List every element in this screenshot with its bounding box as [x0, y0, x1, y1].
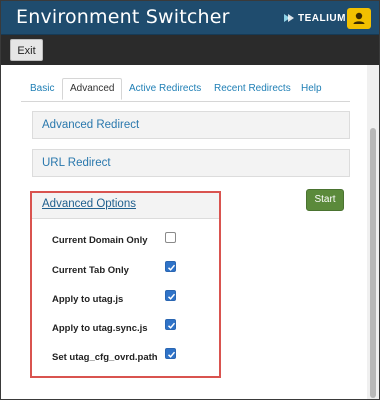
tealium-mark-icon [284, 14, 294, 22]
current-tab-only-checkbox[interactable] [165, 261, 176, 272]
exit-button[interactable]: Exit [10, 39, 43, 61]
advanced-options-panel: Advanced Options [30, 191, 221, 378]
current-domain-only-checkbox[interactable] [165, 232, 176, 243]
scrollbar-thumb[interactable] [370, 128, 376, 398]
apply-utag-sync-js-checkbox[interactable] [165, 319, 176, 330]
option-label-current-domain-only: Current Domain Only [52, 235, 148, 246]
advanced-options-title[interactable]: Advanced Options [42, 198, 136, 210]
tab-bar: Basic Advanced Active Redirects Recent R… [21, 78, 350, 102]
checkmark-icon [167, 322, 176, 329]
set-utag-cfg-ovrd-path-checkbox[interactable] [165, 348, 176, 359]
advanced-options-header[interactable]: Advanced Options [32, 193, 219, 219]
user-button[interactable] [347, 8, 371, 29]
option-label-apply-utag-sync-js: Apply to utag.sync.js [52, 323, 148, 334]
scrollbar[interactable] [367, 65, 379, 399]
tealium-logo: TEALIUM [283, 11, 346, 25]
option-label-set-utag-cfg-ovrd-path: Set utag_cfg_ovrd.path [52, 352, 158, 363]
checkmark-icon [167, 351, 176, 358]
checkmark-icon [167, 293, 176, 300]
user-icon [353, 12, 365, 24]
tab-advanced[interactable]: Advanced [62, 78, 123, 100]
tab-basic[interactable]: Basic [30, 78, 54, 100]
option-label-current-tab-only: Current Tab Only [52, 265, 129, 276]
advanced-redirect-section[interactable]: Advanced Redirect [32, 111, 350, 139]
window-title: Environment Switcher [16, 6, 230, 28]
apply-utag-js-checkbox[interactable] [165, 290, 176, 301]
tab-active-redirects[interactable]: Active Redirects [129, 78, 201, 100]
url-redirect-section[interactable]: URL Redirect [32, 149, 350, 177]
toolbar: Exit [1, 35, 379, 65]
title-bar: Environment Switcher TEALIUM [1, 1, 379, 35]
tab-recent-redirects[interactable]: Recent Redirects [214, 78, 291, 100]
start-button[interactable]: Start [306, 189, 344, 211]
brand-wordmark: TEALIUM [298, 12, 346, 24]
option-label-apply-utag-js: Apply to utag.js [52, 294, 124, 305]
app-window: Environment Switcher TEALIUM Exit Basic … [0, 0, 380, 400]
tab-help[interactable]: Help [301, 78, 322, 100]
checkmark-icon [167, 264, 176, 271]
